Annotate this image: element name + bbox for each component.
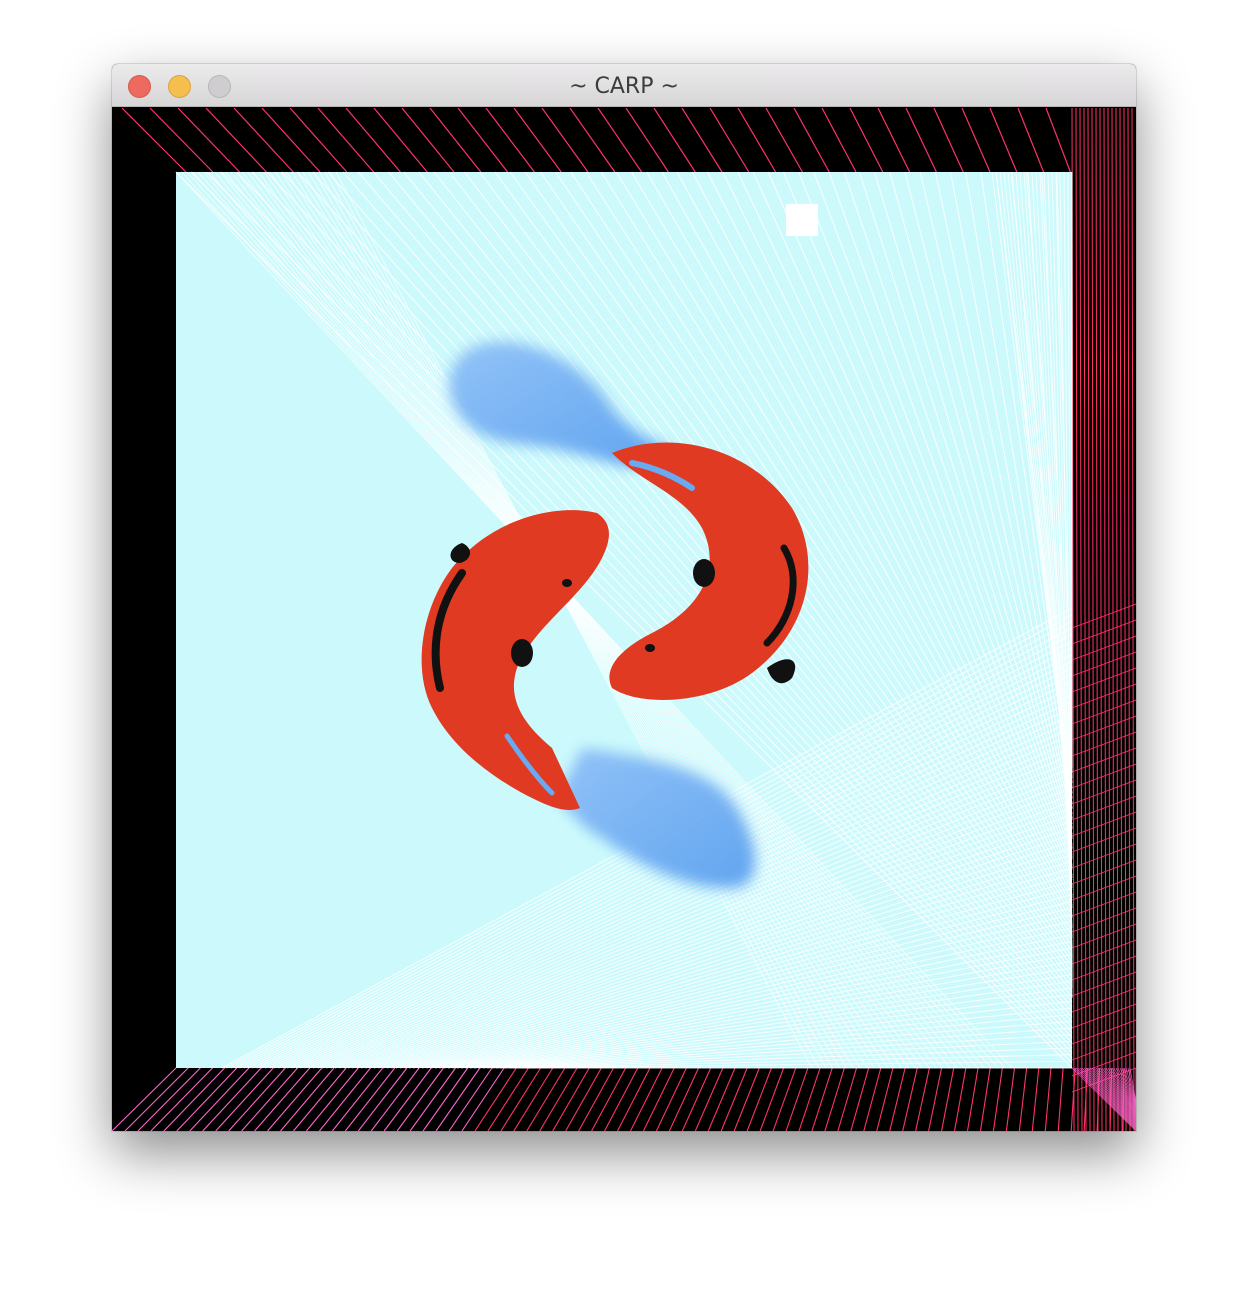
window-title: ~ CARP ~ xyxy=(569,74,679,99)
koi-upper-eye xyxy=(645,644,655,652)
app-window: ~ CARP ~ xyxy=(112,64,1136,1131)
koi-upper-spot xyxy=(693,559,715,587)
koi-lower-spot xyxy=(511,639,533,667)
artwork-canvas xyxy=(112,108,1136,1131)
title-bar[interactable]: ~ CARP ~ xyxy=(112,64,1136,107)
koi-lower-eye xyxy=(562,579,572,587)
white-square-marker xyxy=(786,204,818,236)
